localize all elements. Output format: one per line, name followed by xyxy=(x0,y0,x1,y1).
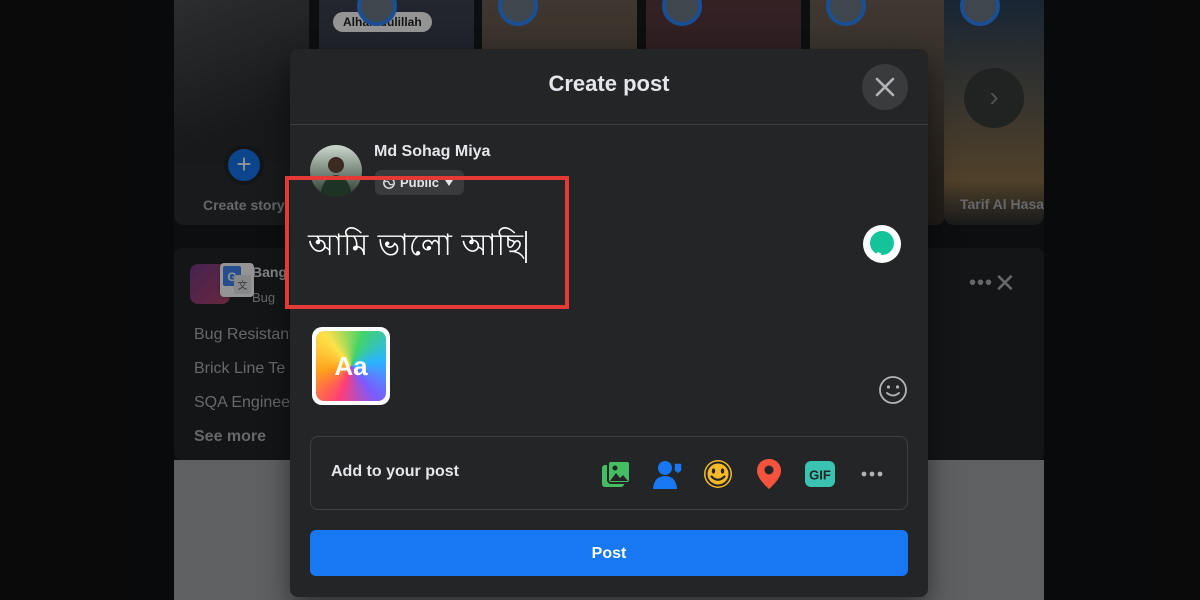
caret-down-icon xyxy=(445,179,454,186)
close-dialog-button[interactable] xyxy=(862,64,908,110)
gif-label: GIF xyxy=(809,468,831,483)
emoji-icon[interactable] xyxy=(878,375,908,405)
gif-icon[interactable]: GIF xyxy=(803,457,837,491)
photo-video-icon[interactable] xyxy=(599,457,633,491)
background-label: Aa xyxy=(316,331,386,401)
feeling-activity-icon[interactable] xyxy=(701,457,735,491)
create-post-dialog: Create post Md Sohag Miya Public আমি ভাল… xyxy=(285,49,928,597)
avatar[interactable] xyxy=(310,145,362,197)
audience-label: Public xyxy=(400,175,440,190)
post-button[interactable]: Post xyxy=(310,530,908,576)
check-in-icon[interactable] xyxy=(752,457,786,491)
header-divider xyxy=(290,124,928,125)
add-to-post-bar: Add to your post GIF xyxy=(310,436,908,510)
add-to-post-label: Add to your post xyxy=(331,463,459,480)
grammarly-icon[interactable] xyxy=(862,224,902,264)
post-text-input[interactable]: আমি ভালো আছি xyxy=(308,221,528,272)
tag-people-icon[interactable] xyxy=(651,457,685,491)
author-name: Md Sohag Miya xyxy=(374,143,491,160)
audience-selector[interactable]: Public xyxy=(375,170,465,195)
dialog-title: Create post xyxy=(548,71,670,96)
text-cursor xyxy=(525,230,528,263)
post-text-content: আমি ভালো আছি xyxy=(308,228,524,263)
more-options-icon[interactable] xyxy=(855,457,889,491)
close-icon xyxy=(875,77,895,97)
text-background-button[interactable]: Aa xyxy=(312,327,390,405)
globe-icon xyxy=(383,176,395,189)
